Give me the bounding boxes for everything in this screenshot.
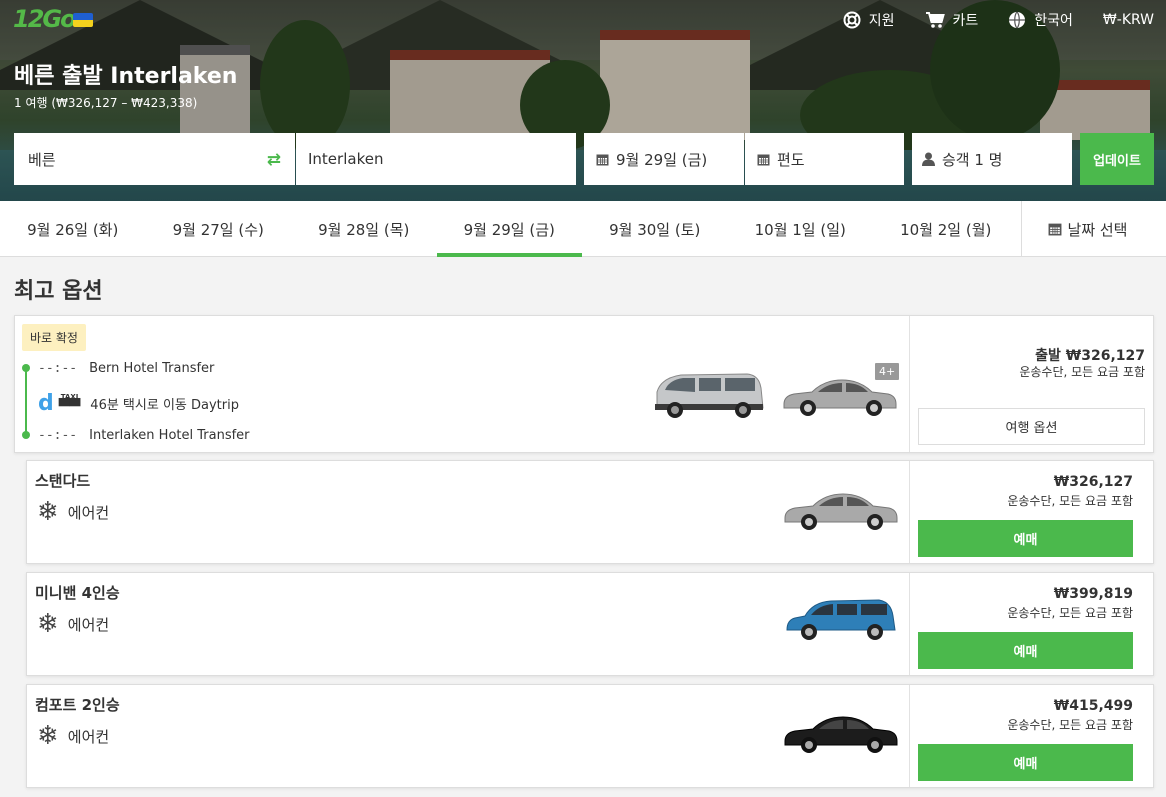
class-price: ₩399,819	[1053, 586, 1133, 602]
page-title: 베른 출발 Interlaken	[14, 64, 238, 89]
class-card-minivan[interactable]: 미니밴 4인승 ❄ 에어컨 ₩399,819 운송수단, 모든 요금 포함 예매	[26, 572, 1154, 676]
user-icon	[922, 152, 935, 166]
price-panel: 출발 ₩326,127 운송수단, 모든 요금 포함 여행 옵션	[909, 316, 1153, 452]
passengers-field[interactable]: 승객 1 명	[912, 133, 1072, 185]
lifebuoy-icon	[843, 11, 861, 29]
class-name: 컴포트 2인승	[35, 696, 120, 714]
passengers-value: 승객 1 명	[942, 150, 1003, 169]
taxi-icon: TAXI ▀▀	[58, 393, 81, 415]
snowflake-icon: ❄	[37, 721, 59, 751]
class-price: ₩415,499	[1053, 698, 1133, 714]
section-title: 최고 옵션	[14, 279, 103, 304]
date-tab[interactable]: 10월 1일 (일)	[728, 201, 874, 257]
class-price-note: 운송수단, 모든 요금 포함	[1007, 606, 1133, 620]
nav-currency-label: ₩-KRW	[1102, 12, 1154, 28]
amenity-label: 에어컨	[67, 503, 110, 522]
globe-icon	[1009, 11, 1026, 29]
departure-place: Bern Hotel Transfer	[89, 361, 215, 376]
date-tab[interactable]: 9월 26일 (화)	[0, 201, 146, 257]
amenity-ac: ❄ 에어컨	[37, 611, 109, 637]
date-picker-label: 날짜 선택	[1067, 220, 1128, 239]
nav-currency[interactable]: ₩-KRW	[1103, 12, 1154, 28]
price-panel: ₩399,819 운송수단, 모든 요금 포함 예매	[909, 573, 1153, 675]
date-picker-button[interactable]: 날짜 선택	[1020, 201, 1154, 257]
daytrip-logo-icon: d	[38, 391, 54, 416]
from-field[interactable]: 베른 ⇄	[14, 133, 295, 185]
best-option-card[interactable]: 바로 확정 --:-- Bern Hotel Transfer d TAXI ▀▀…	[14, 315, 1154, 453]
timeline-line	[25, 368, 27, 436]
snowflake-icon: ❄	[37, 497, 59, 527]
departure-time: --:--	[38, 361, 78, 376]
nav-support-label: 지원	[868, 13, 895, 29]
logo-text: 12Go	[13, 5, 77, 33]
timeline-dot	[22, 431, 30, 439]
from-value: 베른	[28, 150, 56, 169]
departure-row: --:-- Bern Hotel Transfer	[38, 361, 214, 376]
class-name: 스탠다드	[35, 472, 91, 490]
date-tab[interactable]: 9월 27일 (수)	[146, 201, 292, 257]
price-note: 운송수단, 모든 요금 포함	[1019, 365, 1145, 379]
more-vehicles-badge: 4+	[875, 363, 900, 380]
calendar-icon	[596, 154, 609, 165]
minivan-blue-image	[786, 599, 896, 640]
sedan-black-image	[784, 716, 898, 753]
price-from: 출발 ₩326,127	[1035, 348, 1145, 364]
class-card-standard[interactable]: 스탠다드 ❄ 에어컨 ₩326,127 운송수단, 모든 요금 포함 예매	[26, 460, 1154, 564]
duration-text: 46분 택시로 이동 Daytrip	[90, 398, 239, 413]
amenity-ac: ❄ 에어컨	[37, 499, 109, 525]
swap-icon[interactable]: ⇄	[267, 150, 281, 170]
sedan-image	[783, 379, 897, 416]
trip-type-field[interactable]: 편도	[745, 133, 904, 185]
timeline-dot	[22, 364, 30, 372]
trip-options-button[interactable]: 여행 옵션	[918, 408, 1145, 445]
price-panel: ₩326,127 운송수단, 모든 요금 포함 예매	[909, 461, 1153, 563]
class-price-note: 운송수단, 모든 요금 포함	[1007, 494, 1133, 508]
to-value: Interlaken	[308, 150, 384, 168]
nav-language[interactable]: 한국어	[1008, 10, 1073, 30]
nav-cart[interactable]: 카트	[925, 10, 979, 30]
page-subtitle: 1 여행 (₩326,127 – ₩423,338)	[14, 96, 198, 110]
arrival-place: Interlaken Hotel Transfer	[89, 428, 250, 443]
class-card-comfort[interactable]: 컴포트 2인승 ❄ 에어컨 ₩415,499 운송수단, 모든 요금 포함 예매	[26, 684, 1154, 788]
class-price: ₩326,127	[1053, 474, 1133, 490]
class-price-note: 운송수단, 모든 요금 포함	[1007, 718, 1133, 732]
nav-language-label: 한국어	[1034, 13, 1073, 29]
class-name: 미니밴 4인승	[35, 584, 120, 602]
date-tab[interactable]: 10월 2일 (월)	[873, 201, 1019, 257]
amenity-ac: ❄ 에어컨	[37, 723, 109, 749]
nav-support[interactable]: 지원	[843, 10, 895, 30]
ukraine-flag-icon	[73, 13, 93, 27]
instant-confirm-badge: 바로 확정	[22, 324, 86, 351]
calendar-icon	[757, 154, 770, 165]
price-panel: ₩415,499 운송수단, 모든 요금 포함 예매	[909, 685, 1153, 787]
brand-logo[interactable]: 12Go	[13, 5, 77, 33]
trip-type-value: 편도	[777, 150, 805, 169]
cart-icon	[925, 12, 945, 28]
book-button[interactable]: 예매	[918, 520, 1133, 557]
minivan-image	[655, 373, 764, 418]
date-tab-active[interactable]: 9월 29일 (금)	[436, 201, 583, 257]
calendar-icon	[1048, 223, 1061, 236]
date-tab[interactable]: 9월 30일 (토)	[582, 201, 728, 257]
arrival-row: --:-- Interlaken Hotel Transfer	[38, 428, 250, 443]
nav-cart-label: 카트	[952, 13, 979, 29]
operator-row: d TAXI ▀▀ 46분 택시로 이동 Daytrip	[38, 391, 239, 416]
top-navigation: 지원 카트 한국어 ₩-KRW	[813, 10, 1154, 30]
update-button[interactable]: 업데이트	[1080, 133, 1154, 185]
snowflake-icon: ❄	[37, 609, 59, 639]
to-field[interactable]: Interlaken	[296, 133, 576, 185]
date-field[interactable]: 9월 29일 (금)	[584, 133, 744, 185]
date-tab[interactable]: 9월 28일 (목)	[291, 201, 437, 257]
sedan-image	[784, 493, 898, 530]
amenity-label: 에어컨	[67, 727, 110, 746]
book-button[interactable]: 예매	[918, 744, 1133, 781]
arrival-time: --:--	[38, 428, 78, 443]
amenity-label: 에어컨	[67, 615, 110, 634]
date-value: 9월 29일 (금)	[616, 150, 708, 169]
date-tabs: 9월 26일 (화) 9월 27일 (수) 9월 28일 (목) 9월 29일 …	[0, 201, 1166, 257]
book-button[interactable]: 예매	[918, 632, 1133, 669]
